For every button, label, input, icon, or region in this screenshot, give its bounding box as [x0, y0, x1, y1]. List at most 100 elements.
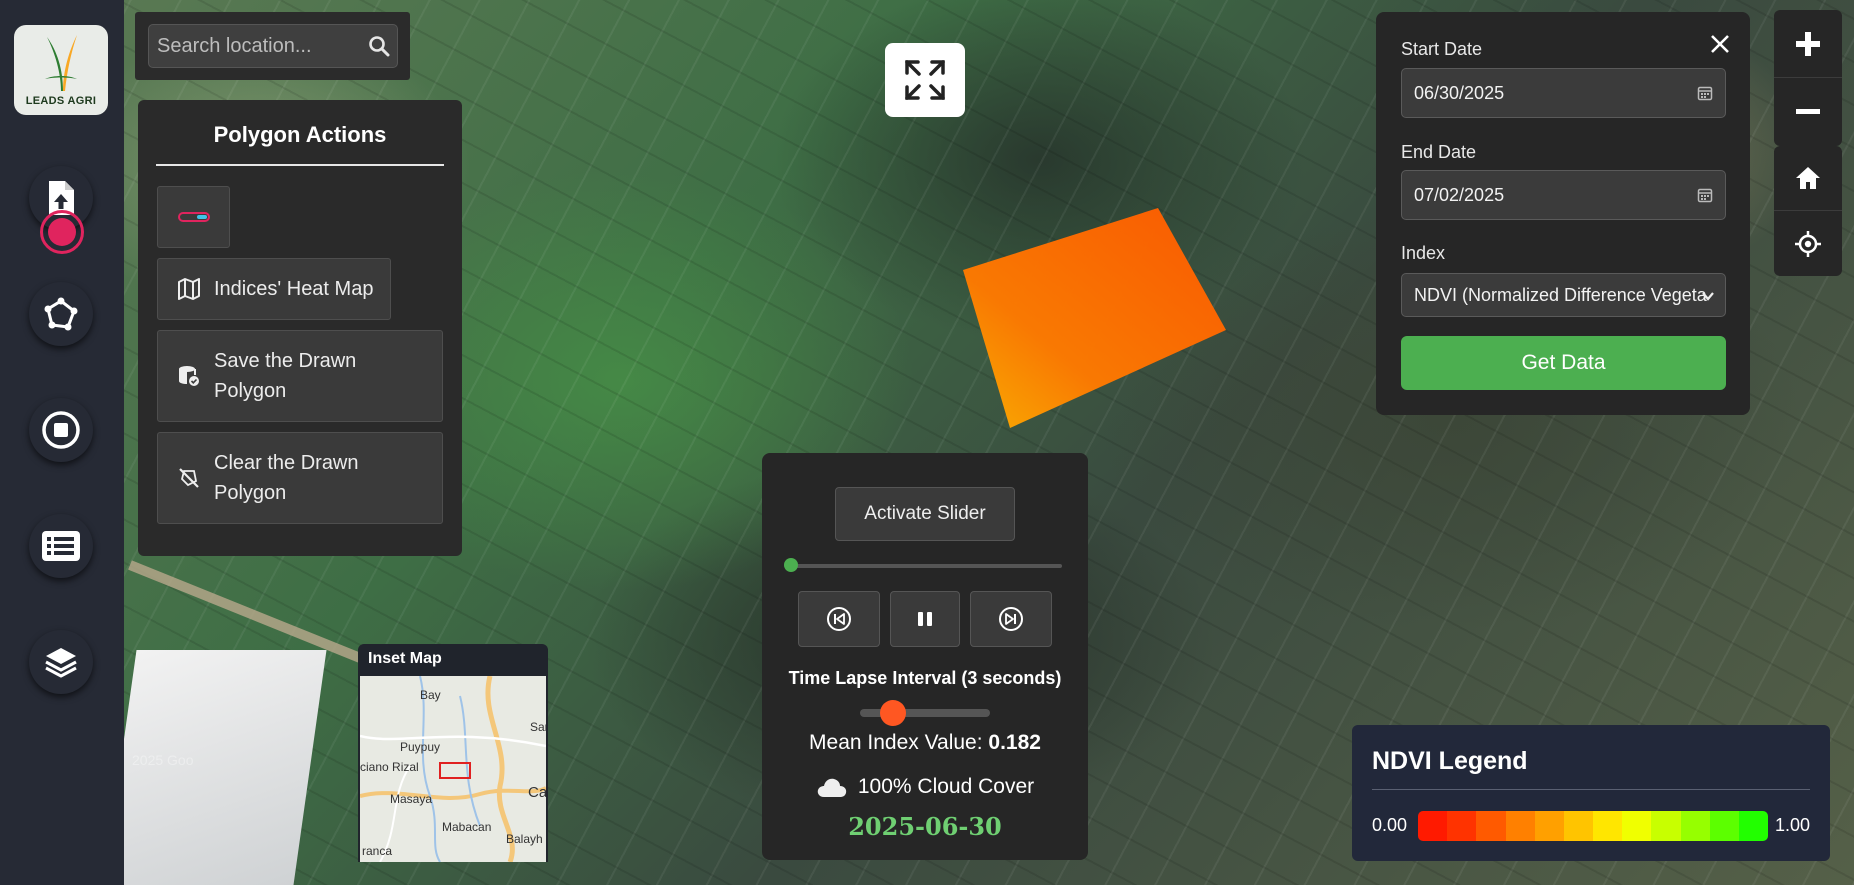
stop-button[interactable]	[29, 398, 93, 462]
legend-color-segment	[1534, 811, 1564, 841]
legend-color-segment	[1593, 811, 1623, 841]
toggle-switch-icon	[177, 212, 210, 222]
toggle-layer-button[interactable]	[157, 186, 230, 248]
save-polygon-label-2: Polygon	[214, 380, 287, 402]
legend-title: NDVI Legend	[1372, 747, 1528, 775]
minus-icon	[1796, 109, 1820, 114]
inset-place-label: Mabacan	[442, 820, 492, 834]
mean-index-value: 0.182	[988, 731, 1041, 754]
search-icon[interactable]	[367, 34, 391, 63]
inset-place-label: ranca	[362, 844, 393, 858]
index-select[interactable]: NDVI (Normalized Difference Vegeta	[1401, 273, 1726, 317]
skip-forward-icon	[999, 607, 1023, 631]
inset-place-label: Balayh	[506, 832, 543, 846]
inset-map-title: Inset Map	[368, 650, 442, 667]
index-label: Index	[1401, 243, 1446, 263]
search-container	[135, 12, 410, 80]
drawn-polygon	[963, 208, 1226, 428]
end-date-input[interactable]: 07/02/2025	[1401, 170, 1726, 220]
recording-indicator	[40, 210, 84, 254]
polygon-actions-title: Polygon Actions	[213, 122, 387, 147]
search-input[interactable]	[157, 25, 357, 67]
polygon-actions-divider	[156, 164, 444, 166]
legend-color-bar	[1418, 811, 1768, 841]
date-filter-panel: Start Date 06/30/2025 End Date 07/02/202…	[1376, 12, 1750, 415]
next-button[interactable]	[970, 591, 1052, 647]
polygon-actions-panel: Polygon Actions Indices' Heat Map Save t…	[138, 100, 462, 556]
skip-back-icon	[827, 607, 851, 631]
expand-icon	[905, 60, 945, 100]
close-icon[interactable]	[1708, 32, 1732, 56]
indices-heat-map-label: Indices' Heat Map	[214, 278, 374, 300]
end-date-value: 07/02/2025	[1414, 184, 1505, 205]
activate-slider-button[interactable]: Activate Slider	[835, 487, 1015, 541]
clear-polygon-button[interactable]: Clear the Drawn Polygon	[157, 432, 443, 524]
clear-polygon-label-2: Polygon	[214, 482, 287, 504]
logo-text: LEADS AGRI	[25, 95, 97, 107]
index-select-value: NDVI (Normalized Difference Vegeta	[1414, 284, 1707, 305]
list-button[interactable]	[29, 514, 93, 578]
draw-polygon-button[interactable]	[29, 282, 93, 346]
home-button[interactable]	[1774, 146, 1842, 211]
list-icon	[42, 531, 80, 561]
cloud-cover-value: 100% Cloud Cover	[857, 775, 1035, 798]
inset-place-label: Bay	[420, 688, 441, 702]
start-date-input[interactable]: 06/30/2025	[1401, 68, 1726, 118]
date-slider-handle[interactable]	[784, 558, 798, 572]
mean-index-text: Mean Index Value: 0.182	[762, 731, 1088, 755]
locate-button[interactable]	[1774, 211, 1842, 276]
legend-max-value: 1.00	[1774, 815, 1810, 835]
legend-color-segment	[1622, 811, 1652, 841]
logo-leaf-icon	[45, 35, 77, 91]
pause-icon	[918, 612, 932, 626]
inset-place-label: Sar	[530, 720, 546, 734]
legend-color-segment	[1418, 811, 1448, 841]
inset-place-label: Masaya	[390, 792, 433, 806]
date-slider-track[interactable]	[790, 564, 1062, 568]
inset-map[interactable]: Inset Map Bay Puypuy ciano Rizal Masaya …	[358, 644, 548, 862]
view-controls	[1774, 146, 1842, 276]
home-icon	[1796, 167, 1820, 189]
inset-place-label: ciano Rizal	[360, 760, 419, 774]
app-logo: LEADS AGRI	[14, 25, 108, 115]
layers-button[interactable]	[29, 630, 93, 694]
calendar-icon[interactable]	[1697, 85, 1713, 101]
previous-button[interactable]	[798, 591, 880, 647]
zoom-in-button[interactable]	[1774, 10, 1842, 78]
clear-polygon-label-1: Clear the Drawn	[214, 452, 359, 474]
ndvi-legend: NDVI Legend 0.00 1.00	[1352, 725, 1830, 861]
time-lapse-panel: Activate Slider Time Lapse Interval (3 s…	[762, 453, 1088, 860]
calendar-icon[interactable]	[1697, 187, 1713, 203]
fullscreen-button[interactable]	[885, 43, 965, 117]
legend-color-segment	[1447, 811, 1477, 841]
stop-circle-icon	[42, 411, 80, 449]
left-sidebar: LEADS AGRI	[0, 0, 124, 885]
plus-icon	[1796, 31, 1820, 56]
save-polygon-label-1: Save the Drawn	[214, 350, 357, 372]
interval-slider-handle[interactable]	[880, 700, 906, 726]
current-date-display: 2025-06-30	[848, 812, 1002, 841]
inset-map-view[interactable]: Bay Puypuy ciano Rizal Masaya Mabacan Ba…	[360, 676, 546, 862]
legend-color-segment	[1505, 811, 1535, 841]
chevron-down-icon	[1702, 292, 1714, 301]
inset-place-label: Ca	[528, 784, 546, 801]
legend-color-segment	[1651, 811, 1681, 841]
layers-icon	[45, 648, 77, 678]
start-date-label: Start Date	[1401, 39, 1483, 59]
search-box	[148, 24, 398, 68]
legend-color-segment	[1680, 811, 1710, 841]
end-date-label: End Date	[1401, 142, 1477, 162]
legend-divider	[1372, 789, 1810, 790]
save-polygon-button[interactable]: Save the Drawn Polygon	[157, 330, 443, 422]
legend-color-segment	[1709, 811, 1739, 841]
pause-button[interactable]	[890, 591, 960, 647]
legend-color-segment	[1738, 811, 1768, 841]
map-icon	[178, 278, 200, 300]
clear-polygon-icon	[178, 467, 200, 489]
crosshair-icon	[1795, 230, 1821, 257]
get-data-button[interactable]: Get Data	[1401, 336, 1726, 390]
legend-min-value: 0.00	[1372, 815, 1408, 835]
zoom-out-button[interactable]	[1774, 78, 1842, 146]
indices-heat-map-button[interactable]: Indices' Heat Map	[157, 258, 391, 320]
legend-color-segment	[1476, 811, 1506, 841]
